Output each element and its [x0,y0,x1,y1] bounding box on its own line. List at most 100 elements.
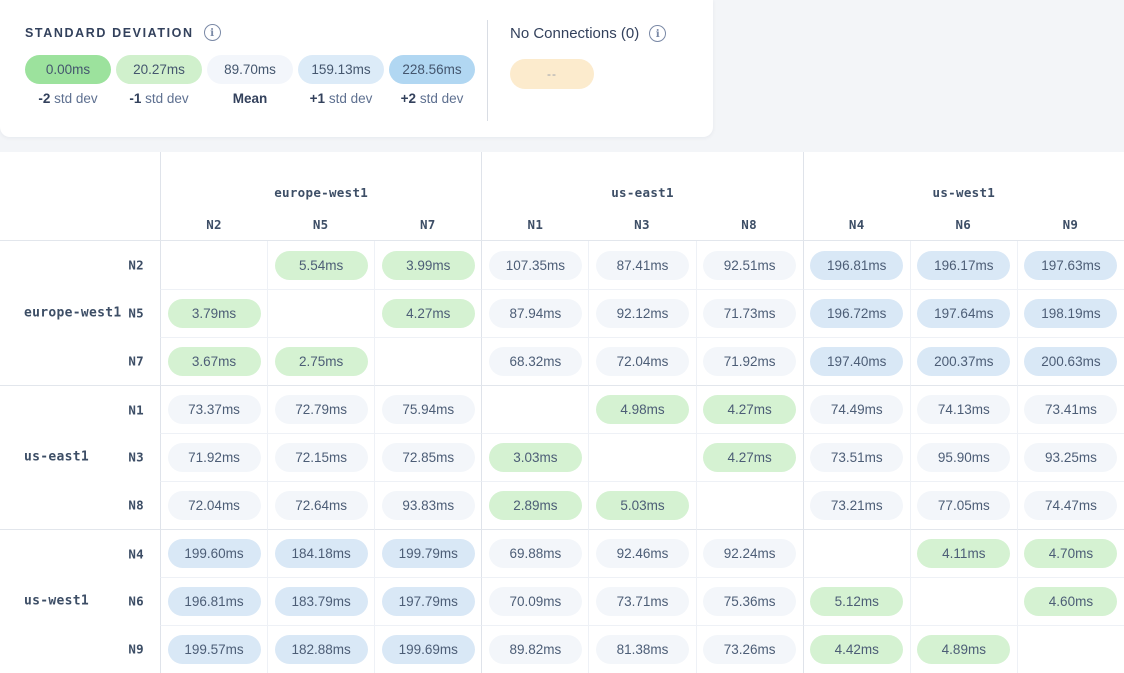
latency-cell-N8-N4: 73.21ms [803,481,910,529]
latency-value-pill[interactable]: 73.51ms [810,443,903,472]
latency-cell-N9-N4: 4.42ms [803,625,910,673]
latency-value-pill[interactable]: 196.17ms [917,251,1010,280]
latency-value-pill[interactable]: 73.71ms [596,587,689,616]
latency-value-pill[interactable]: 71.73ms [703,299,796,328]
latency-value-pill[interactable]: 93.25ms [1024,443,1117,472]
latency-value-pill[interactable]: 4.27ms [382,299,475,328]
latency-value-pill[interactable]: 70.09ms [489,587,582,616]
latency-value-pill[interactable]: 74.47ms [1024,491,1117,520]
latency-value-pill[interactable]: 73.26ms [703,635,796,664]
latency-cell-N2-N9: 197.63ms [1017,241,1124,289]
latency-cell-N5-N1: 87.94ms [481,289,588,337]
latency-value-pill[interactable]: 71.92ms [168,443,261,472]
latency-cell-N7-N2: 3.67ms [160,337,267,385]
row-region-label: europe-west1 [24,306,122,321]
latency-value-pill[interactable]: 92.51ms [703,251,796,280]
latency-value-pill[interactable]: 199.69ms [382,635,475,664]
latency-value-pill[interactable]: 72.15ms [275,443,368,472]
no-connections-title-row: No Connections (0) i [510,25,666,42]
latency-value-pill[interactable]: 71.92ms [703,347,796,376]
latency-cell-N9-N2: 199.57ms [160,625,267,673]
latency-value-pill[interactable]: 68.32ms [489,347,582,376]
latency-value-pill[interactable]: 75.36ms [703,587,796,616]
row-node-label: N4 [128,546,144,561]
latency-cell-N7-N7 [374,337,481,385]
latency-cell-N3-N5: 72.15ms [267,433,374,481]
latency-value-pill[interactable]: 93.83ms [382,491,475,520]
latency-value-pill[interactable]: 3.67ms [168,347,261,376]
latency-value-pill[interactable]: 197.40ms [810,347,903,376]
latency-value-pill[interactable]: 4.89ms [917,635,1010,664]
latency-value-pill[interactable]: 74.49ms [810,395,903,424]
latency-value-pill[interactable]: 74.13ms [917,395,1010,424]
latency-cell-N6-N7: 197.79ms [374,577,481,625]
latency-value-pill[interactable]: 4.27ms [703,395,796,424]
latency-value-pill[interactable]: 4.98ms [596,395,689,424]
latency-value-pill[interactable]: 182.88ms [275,635,368,664]
latency-value-pill[interactable]: 199.57ms [168,635,261,664]
latency-value-pill[interactable]: 72.64ms [275,491,368,520]
latency-value-pill[interactable]: 3.03ms [489,443,582,472]
latency-cell-N5-N9: 198.19ms [1017,289,1124,337]
latency-value-pill[interactable]: 196.81ms [810,251,903,280]
latency-value-pill[interactable]: 92.12ms [596,299,689,328]
latency-value-pill[interactable]: 87.94ms [489,299,582,328]
latency-value-pill[interactable]: 81.38ms [596,635,689,664]
legend-stop-pill: 228.56ms [389,55,475,84]
column-node-header-N7: N7 [374,202,481,241]
latency-value-pill[interactable]: 75.94ms [382,395,475,424]
latency-cell-N6-N6 [910,577,1017,625]
latency-value-pill[interactable]: 4.70ms [1024,539,1117,568]
latency-cell-N5-N3: 92.12ms [588,289,695,337]
latency-cell-N5-N7: 4.27ms [374,289,481,337]
latency-cell-N4-N6: 4.11ms [910,529,1017,577]
latency-value-pill[interactable]: 89.82ms [489,635,582,664]
latency-value-pill[interactable]: 197.64ms [917,299,1010,328]
latency-value-pill[interactable]: 2.75ms [275,347,368,376]
latency-value-pill[interactable]: 92.46ms [596,539,689,568]
latency-value-pill[interactable]: 95.90ms [917,443,1010,472]
latency-cell-N3-N6: 95.90ms [910,433,1017,481]
latency-cell-N7-N4: 197.40ms [803,337,910,385]
latency-value-pill[interactable]: 87.41ms [596,251,689,280]
latency-value-pill[interactable]: 72.04ms [596,347,689,376]
latency-cell-N6-N1: 70.09ms [481,577,588,625]
latency-value-pill[interactable]: 184.18ms [275,539,368,568]
latency-value-pill[interactable]: 198.19ms [1024,299,1117,328]
latency-value-pill[interactable]: 5.12ms [810,587,903,616]
latency-value-pill[interactable]: 197.63ms [1024,251,1117,280]
latency-value-pill[interactable]: 92.24ms [703,539,796,568]
latency-value-pill[interactable]: 107.35ms [489,251,582,280]
latency-value-pill[interactable]: 183.79ms [275,587,368,616]
latency-value-pill[interactable]: 196.81ms [168,587,261,616]
latency-value-pill[interactable]: 77.05ms [917,491,1010,520]
latency-value-pill[interactable]: 4.60ms [1024,587,1117,616]
latency-value-pill[interactable]: 197.79ms [382,587,475,616]
latency-value-pill[interactable]: 199.60ms [168,539,261,568]
row-node-label: N8 [128,498,144,513]
latency-value-pill[interactable]: 72.85ms [382,443,475,472]
latency-value-pill[interactable]: 196.72ms [810,299,903,328]
legend-stop-label: -2 std dev [25,91,111,106]
latency-value-pill[interactable]: 3.99ms [382,251,475,280]
info-icon[interactable]: i [204,24,221,41]
latency-value-pill[interactable]: 72.79ms [275,395,368,424]
latency-value-pill[interactable]: 3.79ms [168,299,261,328]
info-icon[interactable]: i [649,25,666,42]
latency-value-pill[interactable]: 5.54ms [275,251,368,280]
latency-value-pill[interactable]: 4.11ms [917,539,1010,568]
latency-value-pill[interactable]: 4.42ms [810,635,903,664]
latency-value-pill[interactable]: 4.27ms [703,443,796,472]
latency-value-pill[interactable]: 2.89ms [489,491,582,520]
latency-value-pill[interactable]: 69.88ms [489,539,582,568]
latency-value-pill[interactable]: 73.21ms [810,491,903,520]
latency-value-pill[interactable]: 199.79ms [382,539,475,568]
latency-value-pill[interactable]: 73.37ms [168,395,261,424]
latency-value-pill[interactable]: 200.37ms [917,347,1010,376]
latency-value-pill[interactable]: 5.03ms [596,491,689,520]
latency-value-pill[interactable]: 73.41ms [1024,395,1117,424]
latency-cell-N2-N1: 107.35ms [481,241,588,289]
latency-value-pill[interactable]: 200.63ms [1024,347,1117,376]
latency-value-pill[interactable]: 72.04ms [168,491,261,520]
latency-cell-N7-N3: 72.04ms [588,337,695,385]
